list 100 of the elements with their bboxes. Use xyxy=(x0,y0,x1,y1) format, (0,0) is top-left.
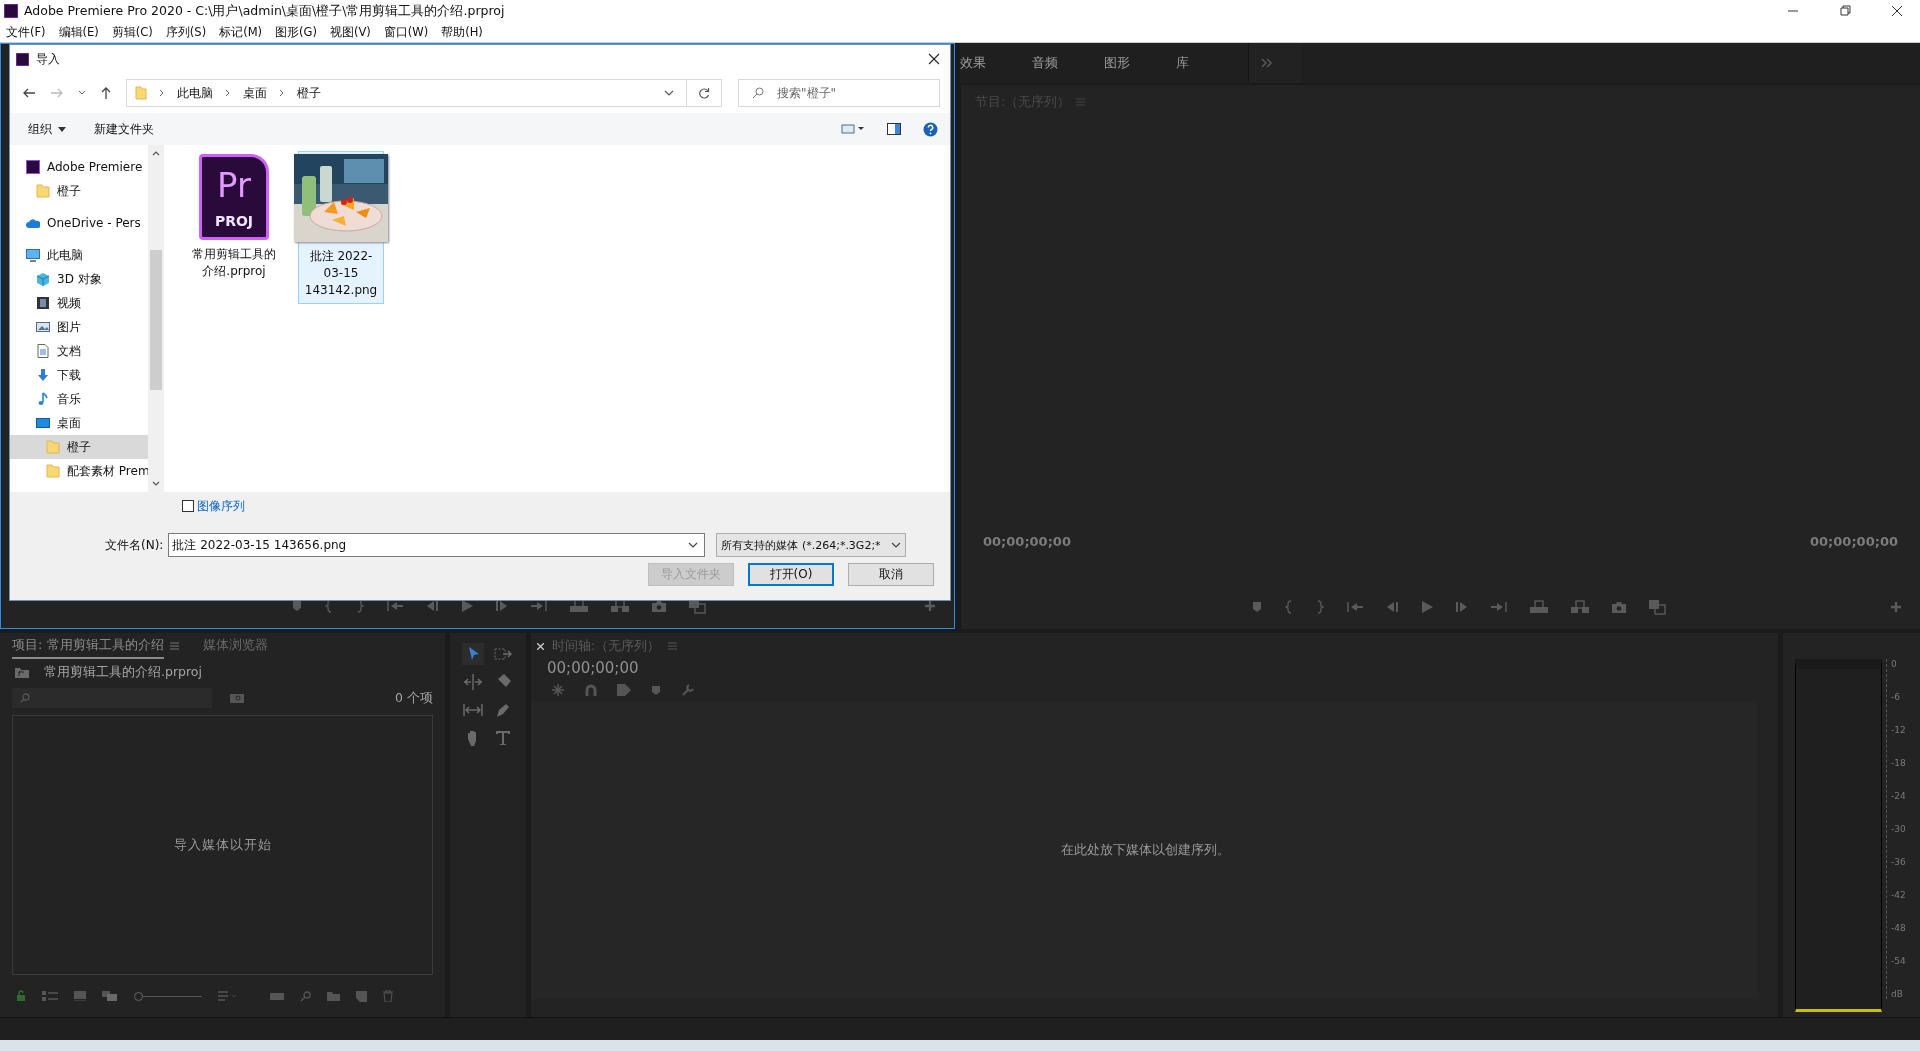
menu-item[interactable]: 编辑(E) xyxy=(58,24,99,40)
help-icon[interactable] xyxy=(923,121,938,137)
music-icon xyxy=(36,392,50,406)
new-bin-icon[interactable] xyxy=(327,991,340,1001)
scroll-down-icon[interactable] xyxy=(152,481,160,486)
scroll-up-icon[interactable] xyxy=(152,151,160,156)
go-to-out-icon[interactable] xyxy=(530,600,548,612)
download-icon xyxy=(36,368,50,382)
menu-item[interactable]: 文件(F) xyxy=(6,24,46,40)
up-icon[interactable] xyxy=(100,86,112,100)
nav-item[interactable]: OneDrive - Pers xyxy=(10,211,148,235)
camera-icon[interactable] xyxy=(651,599,667,613)
scale-label: -12 xyxy=(1891,725,1906,735)
menu-item[interactable]: 剪辑(C) xyxy=(111,24,153,40)
nav-item[interactable]: 视频 xyxy=(10,291,148,315)
menu-item[interactable]: 帮助(H) xyxy=(441,24,483,40)
step-back-icon[interactable] xyxy=(1385,601,1399,613)
new-folder-button[interactable]: 新建文件夹 xyxy=(94,120,154,138)
ripple-tool-icon[interactable] xyxy=(462,671,484,693)
nav-item[interactable]: 文档 xyxy=(10,339,148,363)
scrollbar[interactable] xyxy=(148,145,164,492)
checkbox[interactable] xyxy=(182,500,194,512)
lock-icon[interactable] xyxy=(16,990,26,1002)
refresh-icon[interactable] xyxy=(698,87,710,99)
nav-item[interactable]: 图片 xyxy=(10,315,148,339)
dropdown-icon[interactable] xyxy=(664,90,674,96)
menu-item[interactable]: 标记(M) xyxy=(219,24,263,40)
view-options-icon[interactable] xyxy=(841,124,865,134)
nav-item[interactable]: 橙子 xyxy=(10,435,148,459)
file-name-field[interactable]: 批注 2022-03-15 143656.png xyxy=(168,533,706,557)
go-to-in-icon[interactable] xyxy=(386,600,404,612)
linked-selection-icon[interactable] xyxy=(617,683,631,697)
scale-label: -6 xyxy=(1891,692,1901,702)
search-field[interactable] xyxy=(12,688,212,708)
new-item-icon[interactable] xyxy=(356,990,367,1002)
automate-icon[interactable] xyxy=(270,991,284,1001)
address-bar[interactable]: 此电脑 桌面 橙子 xyxy=(126,79,722,107)
freeform-view-icon[interactable] xyxy=(102,991,118,1001)
menu-item[interactable]: 视图(V) xyxy=(329,24,371,40)
panel-menu-icon[interactable] xyxy=(169,642,179,650)
snap-icon[interactable] xyxy=(585,683,597,697)
go-to-in-icon[interactable] xyxy=(1346,601,1364,613)
trash-icon[interactable] xyxy=(383,990,393,1002)
preview-pane-icon[interactable] xyxy=(887,123,901,135)
add-icon[interactable] xyxy=(924,600,936,612)
back-icon[interactable] xyxy=(22,87,36,99)
nav-item[interactable]: 桌面 xyxy=(10,411,148,435)
dropdown-icon[interactable] xyxy=(688,542,699,548)
file-type-dropdown[interactable]: 所有支持的媒体 (*.264;*.3G2;* xyxy=(716,533,907,557)
file-item[interactable]: Pr PROJ 常用剪辑工具的介绍.prproj xyxy=(184,151,284,285)
nest-icon[interactable] xyxy=(551,683,565,697)
nav-item[interactable]: 此电脑 xyxy=(10,243,148,267)
chevron-icon xyxy=(279,89,285,97)
find-icon[interactable] xyxy=(300,990,311,1002)
step-forward-icon[interactable] xyxy=(495,600,509,612)
nav-item[interactable]: 橙子 xyxy=(10,179,148,203)
nav-item[interactable]: 配套素材 Prem xyxy=(10,459,148,483)
panel-tab[interactable]: 库 xyxy=(1176,54,1248,72)
checkbox-label[interactable]: 图像序列 xyxy=(197,497,245,515)
menu-item[interactable]: 序列(S) xyxy=(165,24,207,40)
panel-tab[interactable]: 项目: 常用剪辑工具的介绍 xyxy=(12,633,164,659)
scale-label: -30 xyxy=(1891,824,1906,834)
sort-icon[interactable] xyxy=(218,991,238,1001)
close-icon[interactable] xyxy=(928,53,940,65)
breadcrumb-item[interactable]: 橙子 xyxy=(297,84,321,102)
menu-item[interactable]: 图形(G) xyxy=(275,24,317,40)
wrench-icon[interactable] xyxy=(681,683,695,697)
breadcrumb-item[interactable]: 桌面 xyxy=(243,84,267,102)
panel-tab[interactable]: 音频 xyxy=(1032,54,1104,72)
empty-message: 导入媒体以开始 xyxy=(173,836,272,854)
recent-locations-icon[interactable] xyxy=(78,90,86,96)
icon-view-icon[interactable] xyxy=(74,991,86,1001)
dialog-button[interactable]: 打开(O) xyxy=(748,563,834,586)
nav-item[interactable]: Adobe Premiere xyxy=(10,155,148,179)
go-to-out-icon[interactable] xyxy=(1490,601,1508,613)
breadcrumb-item[interactable]: 此电脑 xyxy=(177,84,213,102)
zoom-slider[interactable] xyxy=(134,991,202,1001)
add-icon[interactable] xyxy=(1890,601,1902,613)
new-search-bin-icon[interactable] xyxy=(230,693,244,703)
nav-item[interactable]: 下载 xyxy=(10,363,148,387)
dialog-title: 导入 xyxy=(36,50,60,68)
organize-menu[interactable]: 组织 xyxy=(28,120,52,138)
search-field[interactable]: 搜索"橙子" xyxy=(738,79,940,107)
panel-tab[interactable]: 效果 xyxy=(960,54,1032,72)
marker-icon[interactable] xyxy=(1251,601,1263,613)
more-tabs-icon[interactable] xyxy=(1261,58,1273,68)
dialog-button[interactable]: 取消 xyxy=(848,563,934,586)
step-forward-icon[interactable] xyxy=(1455,601,1469,613)
menu-item[interactable]: 窗口(W) xyxy=(383,24,429,40)
forward-icon[interactable] xyxy=(50,87,64,99)
list-view-icon[interactable] xyxy=(42,991,58,1001)
step-back-icon[interactable] xyxy=(425,600,439,612)
nav-item[interactable]: 音乐 xyxy=(10,387,148,411)
marker-icon[interactable] xyxy=(651,684,661,696)
cloud-icon xyxy=(26,216,40,230)
selection-tool-icon[interactable] xyxy=(462,643,484,665)
nav-item[interactable]: 3D 对象 xyxy=(10,267,148,291)
panel-tab[interactable]: 图形 xyxy=(1104,54,1176,72)
panel-menu-icon[interactable] xyxy=(668,642,678,650)
mark-out-icon[interactable] xyxy=(355,599,365,613)
